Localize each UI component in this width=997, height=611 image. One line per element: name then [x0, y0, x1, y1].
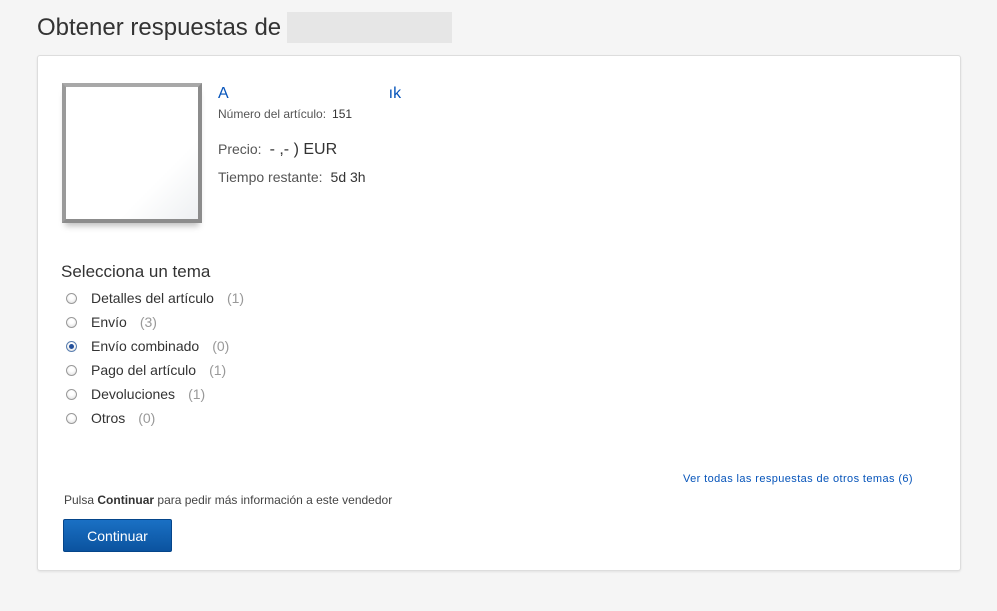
topics-radio-group: Detalles del artículo (1) Envío (3) Enví… [66, 286, 244, 430]
item-info: Aık Número del artículo: 151 Precio: - ,- … [218, 84, 408, 185]
radio-button[interactable] [66, 412, 77, 424]
topic-count: (1) [209, 362, 227, 378]
topic-label: Detalles del artículo [91, 290, 214, 306]
seller-name-redacted [287, 12, 453, 43]
radio-button[interactable] [66, 388, 77, 400]
topic-count: (1) [188, 386, 206, 402]
time-left-value: 5d 3h [330, 169, 366, 185]
item-number-row: Número del artículo: 151 [218, 107, 408, 121]
topics-heading: Selecciona un tema [61, 262, 211, 281]
radio-button[interactable] [66, 316, 77, 328]
time-left-label: Tiempo restante: [218, 169, 323, 185]
topic-count: (0) [212, 338, 230, 354]
radio-button[interactable] [66, 364, 77, 376]
item-title-start: A [218, 85, 229, 102]
price-label: Precio: [218, 141, 262, 157]
topic-combined-shipping[interactable]: Envío combinado (0) [66, 334, 244, 358]
topic-label: Pago del artículo [91, 362, 197, 378]
topic-label: Otros [91, 410, 126, 426]
all-answers-link[interactable]: Ver todas las respuestas de otros temas … [683, 473, 913, 485]
topic-item-details[interactable]: Detalles del artículo (1) [66, 286, 244, 310]
answers-card: Aık Número del artículo: 151 Precio: - ,- … [37, 55, 961, 571]
topic-returns[interactable]: Devoluciones (1) [66, 382, 244, 406]
radio-button-selected[interactable] [66, 340, 77, 352]
item-number-value: 151 [332, 107, 353, 121]
topic-count: (1) [226, 290, 245, 306]
page-title: Obtener respuestas de [37, 13, 282, 41]
topic-label: Devoluciones [91, 386, 176, 402]
item-title-end: ık [388, 85, 402, 102]
price-value: - ,- ) EUR [269, 141, 338, 158]
price-row: Precio: - ,- ) EUR [218, 141, 408, 159]
topic-count: (0) [138, 410, 156, 426]
instruction-text: Pulsa Continuar para pedir más informaci… [64, 493, 392, 507]
topic-label: Envío combinado [91, 338, 200, 354]
topic-shipping[interactable]: Envío (3) [66, 310, 244, 334]
continue-button[interactable]: Continuar [63, 519, 172, 552]
item-title-link[interactable]: Aık [218, 84, 408, 104]
item-image [66, 87, 198, 219]
item-thumbnail[interactable] [62, 83, 202, 223]
page-header: Obtener respuestas de [37, 12, 453, 43]
instruction-prefix: Pulsa [64, 493, 95, 507]
item-number-label: Número del artículo: [218, 107, 327, 121]
topic-count: (3) [139, 314, 157, 330]
topic-other[interactable]: Otros (0) [66, 406, 244, 430]
radio-button[interactable] [66, 292, 77, 304]
instruction-bold: Continuar [97, 493, 155, 507]
instruction-suffix: para pedir más información a este vended… [157, 493, 393, 507]
topic-label: Envío [91, 314, 127, 330]
topic-item-payment[interactable]: Pago del artículo (1) [66, 358, 244, 382]
time-left-row: Tiempo restante: 5d 3h [218, 169, 408, 185]
